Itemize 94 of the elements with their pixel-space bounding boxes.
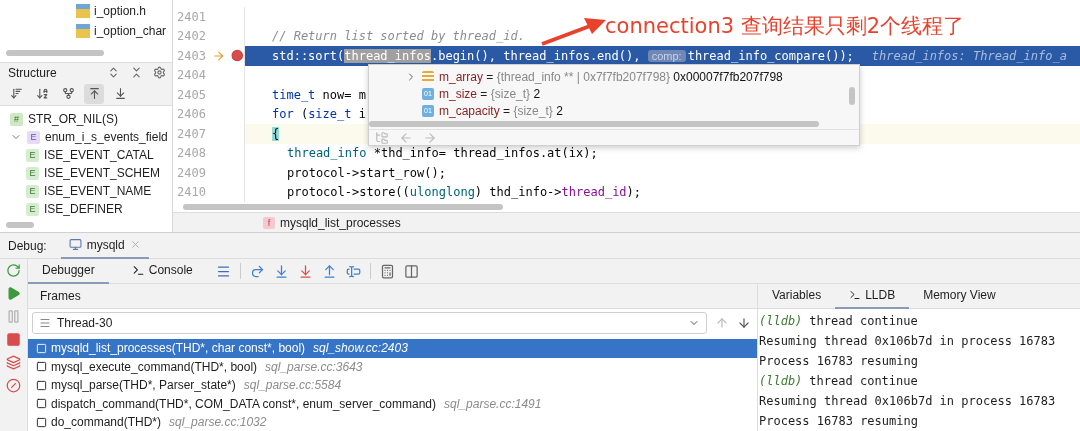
terminal-icon — [849, 289, 862, 301]
scrollbar[interactable] — [6, 222, 34, 228]
monitor-icon — [68, 238, 82, 251]
breakpoint-icon[interactable] — [231, 49, 244, 63]
breadcrumb[interactable]: mysqld_list_processes — [280, 215, 401, 230]
file-item[interactable]: i_option.h — [94, 4, 147, 18]
code-line: for (size_t i — [272, 107, 366, 122]
line-number: 2409 — [177, 165, 207, 180]
annotation-text: connection3 查询结果只剩2个线程了 — [605, 13, 965, 40]
code-line: thread_info *thd_info= thread_infos.at(ix); — [287, 146, 598, 161]
variable-entry[interactable]: m_size = {size_t} 2 — [439, 86, 541, 101]
settings-icon[interactable] — [153, 66, 166, 79]
console-line: Process 16783 resuming — [758, 413, 919, 430]
line-number: 2404 — [177, 68, 207, 83]
panel-title: Frames — [40, 289, 81, 303]
variable-entry[interactable]: m_array = {thread_info ** | 0x7f7fb207f798} 0x00007f7fb207f798 — [439, 69, 783, 84]
line-number: 2403 — [177, 48, 206, 63]
macro-icon: # — [10, 112, 23, 126]
structure-item[interactable]: ISE_DEFINER — [44, 202, 123, 216]
layout-icon[interactable] — [403, 263, 419, 279]
line-number: 2407 — [177, 126, 207, 141]
header-file-icon — [76, 4, 90, 18]
constant-icon: E — [26, 202, 39, 216]
frame-icon — [36, 398, 47, 410]
function-icon: f — [263, 216, 275, 229]
console-line: (lldb) thread continue — [758, 373, 919, 390]
code-line: protocol->start_row(); — [287, 165, 446, 180]
collapse-all-icon[interactable] — [130, 66, 143, 79]
scrollbar[interactable] — [183, 204, 503, 210]
mute-breakpoints-icon[interactable] — [6, 378, 21, 393]
frame-icon — [36, 361, 47, 373]
constant-icon: E — [26, 184, 39, 198]
scrollbar[interactable] — [369, 121, 819, 127]
line-number: 2408 — [177, 146, 207, 161]
thread-dropdown[interactable]: Thread-30 — [32, 312, 707, 334]
step-over-icon[interactable] — [249, 263, 265, 279]
terminal-icon — [131, 263, 145, 277]
structure-item[interactable]: STR_OR_NIL(S) — [28, 112, 119, 126]
annotation-arrow — [540, 16, 608, 48]
sort-icon — [9, 87, 23, 100]
line-number: 2401 — [177, 9, 207, 24]
resume-icon[interactable] — [6, 286, 21, 301]
console-line: (lldb) thread continue — [758, 313, 919, 330]
fork-icon — [61, 87, 75, 100]
stack-frame[interactable]: mysql_parse(THD*, Parser_state*) sql_parse.cc:5584 — [28, 376, 757, 395]
line-number: 2402 — [177, 29, 207, 44]
toolbar-button[interactable] — [84, 83, 104, 104]
console-line: Process 16783 resuming — [758, 353, 919, 370]
constant-icon: E — [26, 148, 39, 162]
structure-item[interactable]: ISE_EVENT_CATAL — [44, 148, 154, 162]
expand-all-icon[interactable] — [107, 66, 120, 79]
stack-frame[interactable]: mysql_execute_command(THD*, bool) sql_parse.cc:3643 — [28, 357, 757, 376]
threads-icon — [39, 317, 51, 329]
structure-item[interactable]: ISE_EVENT_SCHEM — [44, 166, 161, 180]
stack-frame[interactable]: dispatch_command(THD*, COM_DATA const*, enum_server_command) sql_parse.cc:1491 — [28, 394, 757, 413]
stop-icon[interactable] — [6, 332, 21, 347]
variable-entry[interactable]: m_capacity = {size_t} 2 — [439, 103, 563, 118]
panel-tab[interactable]: Memory View — [909, 283, 1010, 309]
menu-icon[interactable] — [215, 263, 231, 279]
line-number: 2410 — [177, 185, 207, 200]
code-line: // Return list sorted by thread_id. — [272, 29, 525, 44]
structure-item[interactable]: enum_i_s_events_field — [45, 130, 168, 144]
rerun-icon[interactable] — [6, 263, 21, 278]
arrow-up-icon — [87, 87, 101, 100]
scrollbar[interactable] — [6, 50, 104, 56]
arrow-down-icon — [113, 87, 127, 100]
line-number: 2406 — [177, 107, 207, 122]
line-number: 2405 — [177, 87, 207, 102]
frame-icon — [36, 416, 47, 428]
structure-item[interactable]: ISE_EVENT_NAME — [44, 184, 152, 198]
header-file-icon — [76, 24, 90, 38]
stack-frame[interactable]: mysqld_list_processes(THD*, char const*, bool) sql_show.cc:2403 — [28, 339, 757, 358]
calculator-icon[interactable] — [379, 263, 395, 279]
panel-title: Structure — [8, 65, 58, 80]
panel-tab[interactable]: Variables — [758, 283, 836, 309]
debug-tab[interactable]: Debugger — [28, 258, 109, 284]
frame-icon — [36, 342, 47, 354]
code-line: std::sort(thread_infos.begin(), thread_infos.end(), comp: thread_info_compare()); thread_infos: Thread_info_a — [272, 48, 1067, 63]
sort-alpha-icon — [35, 87, 49, 100]
enum-icon: E — [27, 130, 40, 144]
close-icon[interactable] — [129, 239, 141, 250]
frame-icon — [36, 379, 47, 391]
console-line: Resuming thread 0x106b7d in process 16783 — [758, 333, 1057, 350]
scrollbar[interactable] — [849, 87, 855, 105]
debug-title: Debug: — [8, 238, 47, 253]
constant-icon: E — [26, 166, 39, 180]
file-item[interactable]: i_option_char — [94, 24, 167, 38]
run-to-cursor-icon[interactable] — [345, 263, 361, 279]
code-line: protocol->store((ulonglong) thd_info->thread_id); — [287, 185, 642, 200]
session-tab[interactable]: mysqld — [60, 232, 149, 259]
console-line: Resuming thread 0x106b7d in process 16783 — [758, 393, 1057, 410]
code-line: time_t now= m — [272, 87, 366, 102]
debug-tab[interactable]: Console — [117, 258, 207, 284]
stack-frame[interactable]: do_command(THD*) sql_parse.cc:1032 — [28, 413, 757, 431]
